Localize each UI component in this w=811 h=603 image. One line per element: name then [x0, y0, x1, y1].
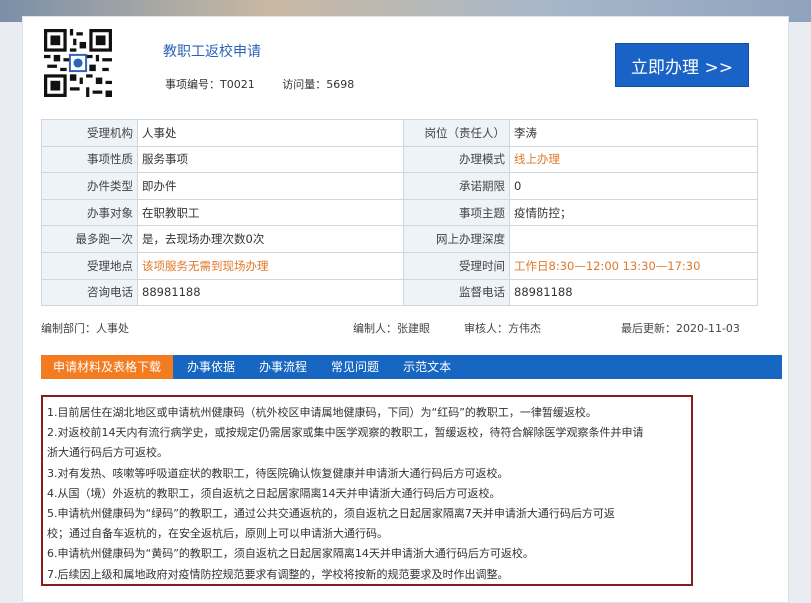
label-cell: 事项主题 — [403, 198, 510, 227]
label-cell: 咨询电话 — [41, 278, 138, 307]
notice-line: 校；通过自备车返杭的，在安全返杭后，原则上可以申请浙大通行码。 — [47, 527, 388, 541]
tab-process[interactable]: 办事流程 — [249, 355, 317, 379]
value-cell: 0 — [509, 172, 758, 200]
notice-line: 3.对有发热、咳嗽等呼吸道症状的教职工，待医院确认恢复健康并申请浙大通行码后方可… — [47, 466, 509, 480]
visit-count: 访问量：5698 — [282, 78, 355, 91]
tab-bar: 申请材料及表格下载 办事依据 办事流程 常见问题 示范文本 — [41, 355, 782, 379]
value-cell: 人事处 — [137, 119, 404, 147]
value-cell: 88981188 — [509, 278, 758, 307]
value-cell: 疫情防控； — [509, 198, 758, 227]
value-cell: 即办件 — [137, 172, 404, 200]
service-info-table: 受理机构 人事处 岗位（责任人） 李涛 事项性质 服务事项 办理模式 线上办理 … — [41, 119, 758, 307]
notice-line: 浙大通行码后方可返校。 — [47, 446, 168, 460]
tab-sample-text[interactable]: 示范文本 — [393, 355, 461, 379]
label-cell: 岗位（责任人） — [403, 119, 510, 147]
value-cell: 工作日8:30—12:00 13:30—17:30 — [509, 251, 758, 280]
notice-line: 6.申请杭州健康码为“黄码”的教职工，须自返杭之日起居家隔离14天并申请浙大通行… — [47, 547, 534, 561]
label-cell: 受理地点 — [41, 251, 138, 280]
label-cell: 办件类型 — [41, 172, 138, 200]
value-cell: 88981188 — [137, 278, 404, 307]
label-cell: 受理机构 — [41, 119, 138, 147]
label-cell: 网上办理深度 — [403, 225, 510, 253]
value-cell — [509, 225, 758, 253]
label-cell: 承诺期限 — [403, 172, 510, 200]
label-cell: 事项性质 — [41, 145, 138, 174]
last-updated: 最后更新：2020-11-03 — [621, 322, 740, 335]
label-cell: 办理模式 — [403, 145, 510, 174]
value-cell: 在职教职工 — [137, 198, 404, 227]
notice-line: 4.从国（境）外返杭的教职工，须自返杭之日起居家隔离14天并申请浙大通行码后方可… — [47, 486, 501, 500]
reviewer: 审核人：方伟杰 — [464, 322, 541, 335]
value-cell: 该项服务无需到现场办理 — [137, 251, 404, 280]
table-row: 办事对象 在职教职工 事项主题 疫情防控； — [41, 198, 758, 227]
notice-line: 7.后续因上级和属地政府对疫情防控规范要求有调整的，学校将按新的规范要求及时作出… — [47, 567, 509, 581]
item-meta: 事项编号：T0021 访问量：5698 — [165, 76, 378, 92]
table-row: 事项性质 服务事项 办理模式 线上办理 — [41, 145, 758, 174]
value-cell: 服务事项 — [137, 145, 404, 174]
tab-faq[interactable]: 常见问题 — [321, 355, 389, 379]
table-row: 咨询电话 88981188 监督电话 88981188 — [41, 278, 758, 307]
editing-dept: 编制部门：人事处 — [41, 322, 129, 335]
table-row: 最多跑一次 是，去现场办理次数0次 网上办理深度 — [41, 225, 758, 253]
qr-code-icon — [44, 29, 112, 97]
value-cell: 李涛 — [509, 119, 758, 147]
notice-box: 1.目前居住在湖北地区或申请杭州健康码（杭外校区申请属地健康码，下同）为“红码”… — [41, 395, 693, 586]
label-cell: 最多跑一次 — [41, 225, 138, 253]
service-card: 教职工返校申请 事项编号：T0021 访问量：5698 立即办理 >> 受理机构… — [22, 16, 789, 603]
table-row: 受理机构 人事处 岗位（责任人） 李涛 — [41, 119, 758, 147]
value-cell: 是，去现场办理次数0次 — [137, 225, 404, 253]
item-number: 事项编号：T0021 — [165, 78, 255, 91]
label-cell: 受理时间 — [403, 251, 510, 280]
table-row: 办件类型 即办件 承诺期限 0 — [41, 172, 758, 200]
apply-now-button[interactable]: 立即办理 >> — [615, 43, 749, 87]
editor: 编制人：张建眼 — [353, 322, 430, 335]
tab-basis[interactable]: 办事依据 — [177, 355, 245, 379]
page-title: 教职工返校申请 — [163, 44, 261, 60]
table-row: 受理地点 该项服务无需到现场办理 受理时间 工作日8:30—12:00 13:3… — [41, 251, 758, 280]
notice-line: 2.对返校前14天内有流行病学史，或按规定仍需居家或集中医学观察的教职工，暂缓返… — [47, 426, 644, 440]
notice-line: 5.申请杭州健康码为“绿码”的教职工，通过公共交通返杭的，须自返杭之日起居家隔离… — [47, 507, 615, 521]
label-cell: 监督电话 — [403, 278, 510, 307]
notice-line: 1.目前居住在湖北地区或申请杭州健康码（杭外校区申请属地健康码，下同）为“红码”… — [47, 406, 597, 419]
tab-materials-download[interactable]: 申请材料及表格下载 — [41, 355, 174, 379]
value-cell: 线上办理 — [509, 145, 758, 174]
label-cell: 办事对象 — [41, 198, 138, 227]
